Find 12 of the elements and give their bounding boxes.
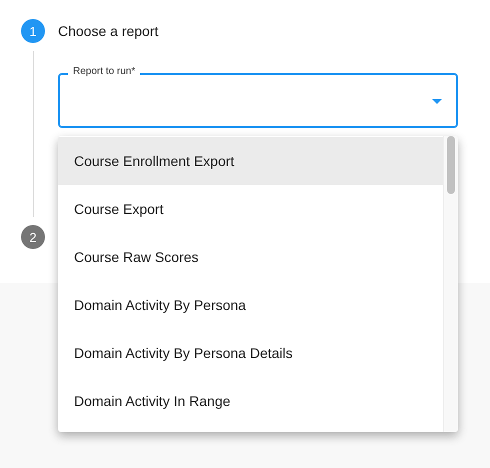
menu-option[interactable]: Course Export	[58, 185, 443, 233]
caret-icon	[432, 99, 442, 104]
step-number: 2	[21, 225, 45, 249]
menu-option[interactable]: Course Enrollment Export	[58, 137, 443, 185]
menu-option[interactable]: Course Raw Scores	[58, 233, 443, 281]
menu-option[interactable]: Domain Activity In Range	[58, 377, 443, 425]
field-label: Report to run*	[68, 66, 140, 78]
step-title: Choose a report	[58, 23, 158, 39]
scrollbar-thumb[interactable]	[447, 136, 455, 194]
step-number: 1	[21, 19, 45, 43]
menu-option[interactable]: Domain Activity By Persona Details	[58, 329, 443, 377]
menu-option[interactable]: Domain Activity By Persona	[58, 281, 443, 329]
